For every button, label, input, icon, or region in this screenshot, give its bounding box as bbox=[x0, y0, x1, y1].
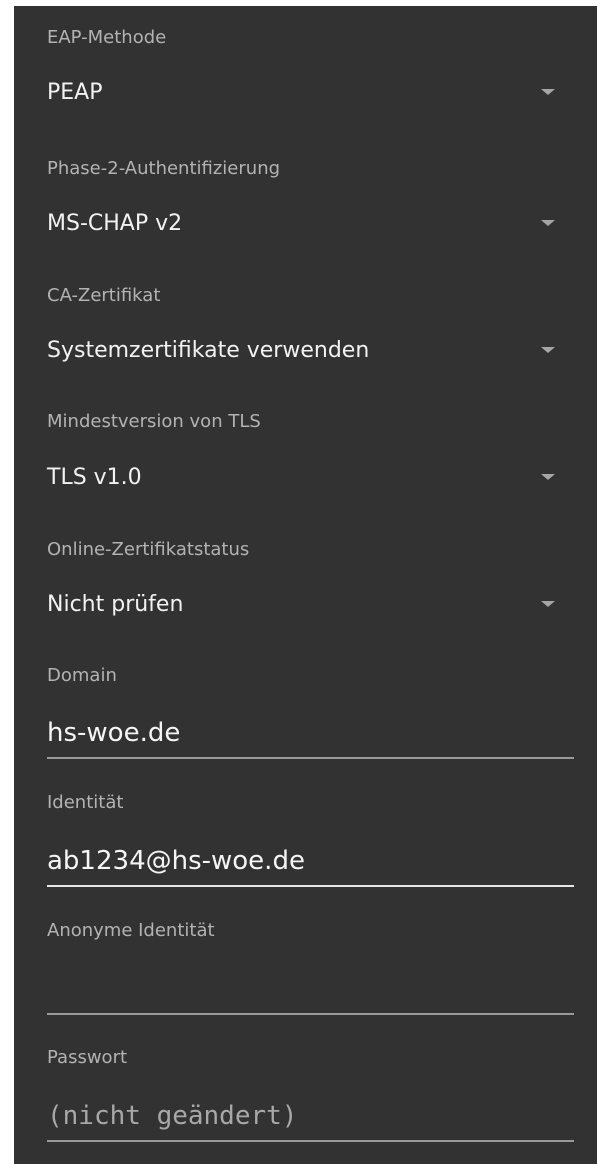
phase2-auth-select[interactable]: MS-CHAP v2 bbox=[47, 204, 555, 244]
ca-certificate-label: CA-Zertifikat bbox=[47, 285, 161, 306]
online-cert-status-select[interactable]: Nicht prüfen bbox=[47, 585, 555, 625]
password-placeholder: (nicht geändert) bbox=[47, 1101, 298, 1131]
eap-method-value: PEAP bbox=[47, 80, 103, 105]
wifi-eap-settings-panel: EAP-Methode PEAP Phase-2-Authentifizieru… bbox=[14, 6, 597, 1164]
chevron-down-icon bbox=[541, 89, 555, 95]
domain-label: Domain bbox=[47, 665, 117, 686]
chevron-down-icon bbox=[541, 474, 555, 480]
anonymous-identity-label: Anonyme Identität bbox=[47, 920, 215, 941]
tls-min-version-select[interactable]: TLS v1.0 bbox=[47, 458, 555, 498]
identity-value: ab1234@hs-woe.de bbox=[47, 846, 305, 876]
domain-value: hs-woe.de bbox=[47, 718, 181, 748]
tls-min-version-label: Mindestversion von TLS bbox=[47, 411, 261, 432]
ca-certificate-value: Systemzertifikate verwenden bbox=[47, 338, 370, 363]
password-label: Passwort bbox=[47, 1047, 128, 1068]
identity-label: Identität bbox=[47, 792, 124, 813]
online-cert-status-value: Nicht prüfen bbox=[47, 592, 184, 617]
tls-min-version-value: TLS v1.0 bbox=[47, 465, 142, 490]
password-field[interactable]: (nicht geändert) bbox=[47, 1096, 574, 1142]
domain-field[interactable]: hs-woe.de bbox=[47, 713, 574, 759]
chevron-down-icon bbox=[541, 220, 555, 226]
chevron-down-icon bbox=[541, 347, 555, 353]
phase2-auth-label: Phase-2-Authentifizierung bbox=[47, 158, 281, 179]
online-cert-status-label: Online-Zertifikatstatus bbox=[47, 539, 250, 560]
eap-method-label: EAP-Methode bbox=[47, 27, 167, 48]
chevron-down-icon bbox=[541, 601, 555, 607]
identity-field[interactable]: ab1234@hs-woe.de bbox=[47, 841, 574, 887]
eap-method-select[interactable]: PEAP bbox=[47, 73, 555, 113]
phase2-auth-value: MS-CHAP v2 bbox=[47, 211, 183, 236]
anonymous-identity-field[interactable] bbox=[47, 969, 574, 1015]
ca-certificate-select[interactable]: Systemzertifikate verwenden bbox=[47, 331, 555, 371]
